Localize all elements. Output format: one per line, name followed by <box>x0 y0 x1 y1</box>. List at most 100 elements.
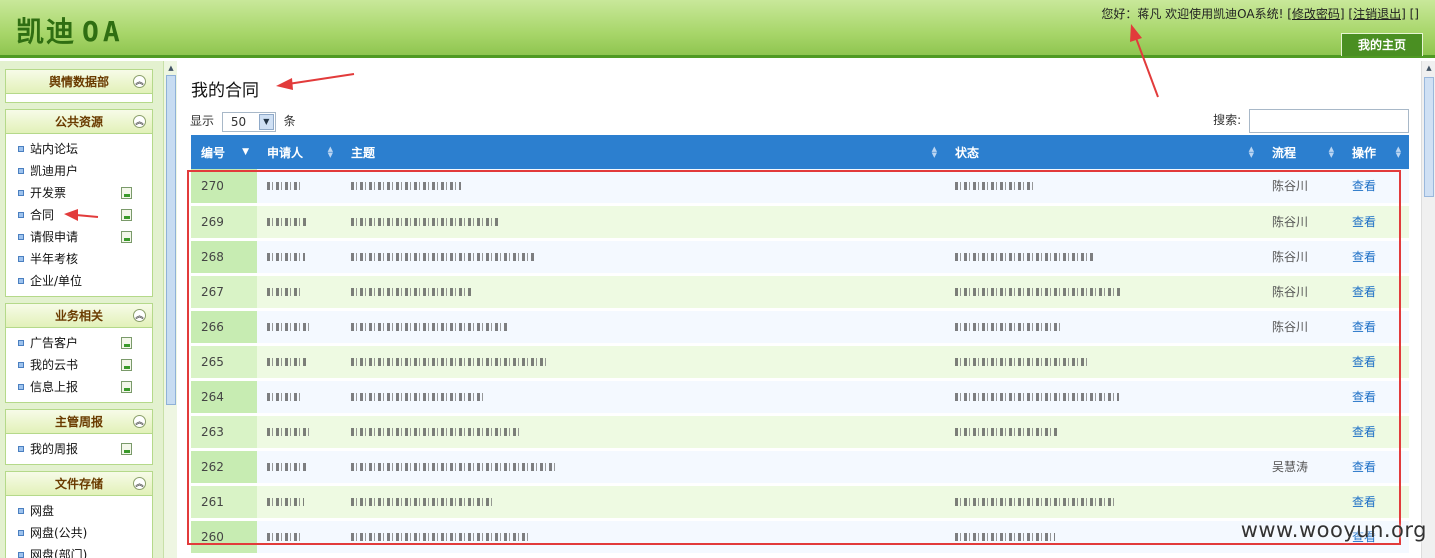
cell-applicant <box>257 519 341 556</box>
cell-id: 269 <box>191 204 257 241</box>
sidebar-item-netdisk-dept[interactable]: 网盘(部门) <box>6 544 152 558</box>
table-row: 263 查看 <box>191 414 1409 451</box>
sidebar-item-cloud-book[interactable]: 我的云书 <box>6 354 152 376</box>
add-icon[interactable] <box>121 443 132 455</box>
cell-id: 267 <box>191 274 257 311</box>
contract-table: 编号 ▼ 申请人 ▲ ▼ 主题 ▲ ▼ 状态 ▲ ▼ 流程 ▲ ▼ 操作 ▲ ▼ 270 陈谷川 查看 26… <box>191 135 1409 556</box>
column-header-applicant[interactable]: 申请人 ▲ ▼ <box>257 135 341 169</box>
collapse-icon[interactable]: ︽ <box>133 75 146 88</box>
cell-action[interactable]: 查看 <box>1342 414 1409 451</box>
collapse-icon[interactable]: ︽ <box>133 415 146 428</box>
cell-action[interactable]: 查看 <box>1342 204 1409 241</box>
cell-id: 270 <box>191 169 257 206</box>
logout-link[interactable]: [注销退出] <box>1348 7 1405 21</box>
cell-status <box>945 239 1262 276</box>
search-input[interactable] <box>1249 108 1409 133</box>
panel-header[interactable]: 文件存储 ︽ <box>6 472 152 496</box>
sidebar-scrollbar[interactable]: ▲ <box>163 61 177 558</box>
redacted-text <box>267 323 309 331</box>
sidebar-panel-opinion-data: 舆情数据部 ︽ <box>5 69 153 103</box>
app-header: 凯迪 OA 您好：蒋凡 欢迎使用凯迪OA系统! [修改密码] [注销退出] [] … <box>0 0 1435 58</box>
user-bar: 您好：蒋凡 欢迎使用凯迪OA系统! [修改密码] [注销退出] [] <box>1101 5 1419 22</box>
scroll-up-icon[interactable]: ▲ <box>1424 63 1434 73</box>
scrollbar-thumb[interactable] <box>1424 77 1434 197</box>
cell-subject <box>341 484 945 521</box>
cell-action[interactable]: 查看 <box>1342 449 1409 486</box>
bullet-icon <box>18 340 24 346</box>
add-icon[interactable] <box>121 337 132 349</box>
sidebar-item-contract[interactable]: 合同 <box>6 204 152 226</box>
collapse-icon[interactable]: ︽ <box>133 309 146 322</box>
column-header-action[interactable]: 操作 ▲ ▼ <box>1342 135 1409 169</box>
add-icon[interactable] <box>121 381 132 393</box>
redacted-text <box>267 218 308 226</box>
column-header-id[interactable]: 编号 ▼ <box>191 135 257 169</box>
cell-action[interactable]: 查看 <box>1342 274 1409 311</box>
scrollbar-thumb[interactable] <box>166 75 176 405</box>
home-tab[interactable]: 我的主页 <box>1341 33 1423 56</box>
column-header-flow[interactable]: 流程 ▲ ▼ <box>1262 135 1342 169</box>
collapse-icon[interactable]: ︽ <box>133 115 146 128</box>
cell-action[interactable]: 查看 <box>1342 379 1409 416</box>
sidebar-item-users[interactable]: 凯迪用户 <box>6 160 152 182</box>
cell-flow: 陈谷川 <box>1262 309 1342 346</box>
panel-header[interactable]: 业务相关 ︽ <box>6 304 152 328</box>
watermark-text: www.wooyun.org <box>1240 518 1427 542</box>
column-header-subject[interactable]: 主题 ▲ ▼ <box>341 135 945 169</box>
panel-header[interactable]: 舆情数据部 ︽ <box>6 70 152 94</box>
sidebar-item-invoice[interactable]: 开发票 <box>6 182 152 204</box>
redacted-text <box>351 533 531 541</box>
redacted-text <box>955 253 1093 261</box>
redacted-text <box>955 393 1119 401</box>
sidebar-item-company[interactable]: 企业/单位 <box>6 270 152 292</box>
cell-applicant <box>257 449 341 486</box>
redacted-text <box>267 288 302 296</box>
sidebar-item-netdisk-public[interactable]: 网盘(公共) <box>6 522 152 544</box>
cell-flow: 吴慧涛 <box>1262 449 1342 486</box>
cell-id: 264 <box>191 379 257 416</box>
cell-status <box>945 274 1262 311</box>
cell-id: 261 <box>191 484 257 521</box>
main-scrollbar[interactable]: ▲ <box>1421 61 1435 558</box>
sidebar-item-ad-clients[interactable]: 广告客户 <box>6 332 152 354</box>
redacted-text <box>955 533 1055 541</box>
redacted-text <box>351 463 557 471</box>
add-icon[interactable] <box>121 209 132 221</box>
redacted-text <box>351 393 483 401</box>
table-row: 260 查看 <box>191 519 1409 556</box>
sidebar-item-review[interactable]: 半年考核 <box>6 248 152 270</box>
redacted-text <box>351 323 509 331</box>
cell-action[interactable]: 查看 <box>1342 239 1409 276</box>
add-icon[interactable] <box>121 359 132 371</box>
cell-subject <box>341 309 945 346</box>
cell-subject <box>341 379 945 416</box>
redacted-text <box>351 218 498 226</box>
sidebar-item-leave[interactable]: 请假申请 <box>6 226 152 248</box>
app-logo: 凯迪 OA <box>16 15 124 48</box>
page-size-select[interactable]: 50 ▼ <box>221 111 276 132</box>
page-title: 我的合同 <box>191 81 259 101</box>
panel-header[interactable]: 主管周报 ︽ <box>6 410 152 434</box>
panel-header[interactable]: 公共资源 ︽ <box>6 110 152 134</box>
table-row: 261 查看 <box>191 484 1409 521</box>
greeting-text: 您好：蒋凡 欢迎使用凯迪OA系统! <box>1101 7 1284 21</box>
chevron-down-icon[interactable]: ▼ <box>258 113 274 130</box>
redacted-text <box>955 288 1122 296</box>
cell-flow: 陈谷川 <box>1262 169 1342 206</box>
cell-action[interactable]: 查看 <box>1342 344 1409 381</box>
sidebar-item-forum[interactable]: 站内论坛 <box>6 138 152 160</box>
add-icon[interactable] <box>121 187 132 199</box>
redacted-text <box>955 428 1058 436</box>
change-password-link[interactable]: [修改密码] <box>1287 7 1344 21</box>
sidebar-item-report[interactable]: 信息上报 <box>6 376 152 398</box>
collapse-icon[interactable]: ︽ <box>133 477 146 490</box>
add-icon[interactable] <box>121 231 132 243</box>
sort-icon: ▲ ▼ <box>1328 145 1334 159</box>
scroll-up-icon[interactable]: ▲ <box>166 63 176 73</box>
sidebar-item-my-weekly[interactable]: 我的周报 <box>6 438 152 460</box>
column-header-status[interactable]: 状态 ▲ ▼ <box>945 135 1262 169</box>
cell-action[interactable]: 查看 <box>1342 484 1409 521</box>
sidebar-item-netdisk[interactable]: 网盘 <box>6 500 152 522</box>
cell-action[interactable]: 查看 <box>1342 169 1409 206</box>
cell-action[interactable]: 查看 <box>1342 309 1409 346</box>
